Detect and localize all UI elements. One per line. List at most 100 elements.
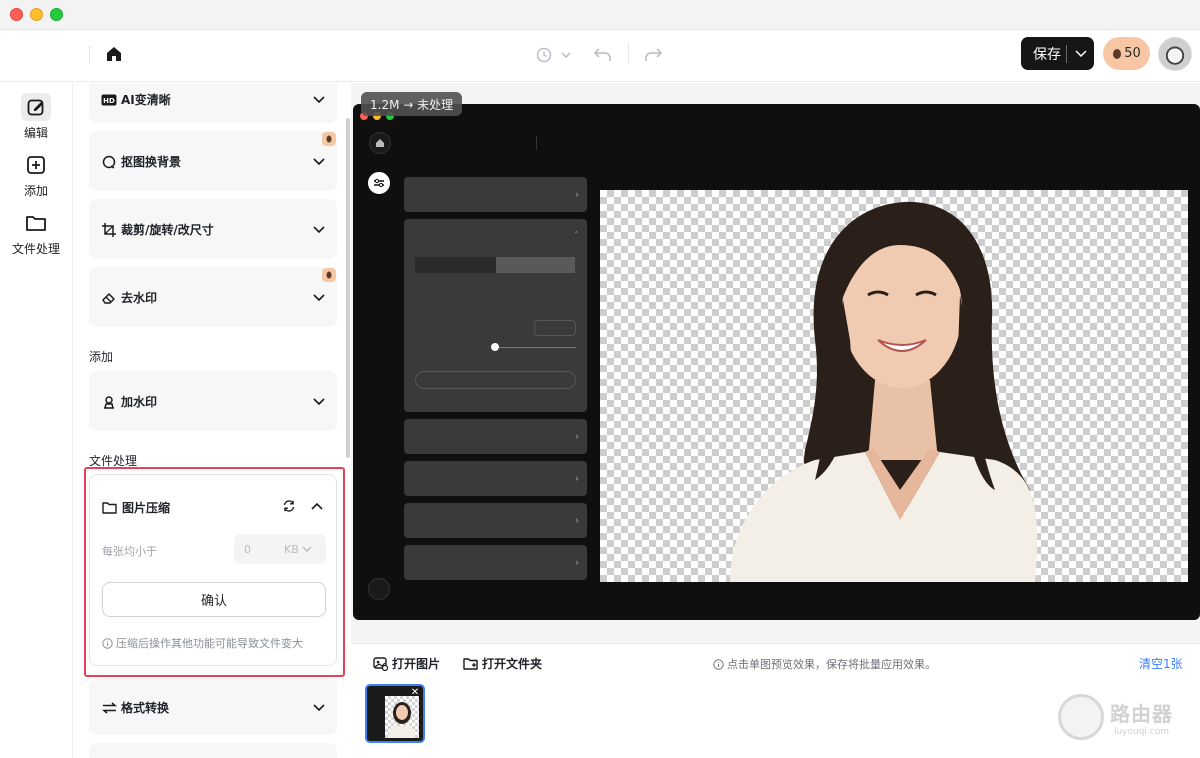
close-window-button[interactable] [10,8,23,21]
tool-card-next[interactable] [89,743,337,758]
watermark-logo [1058,694,1104,740]
image-preview[interactable]: › ˆ › › › › [353,104,1200,620]
tool-label: 加水印 [121,395,158,409]
zoom-window-button[interactable] [50,8,63,21]
batch-hint: 点击单图预览效果，保存将批量应用效果。 [713,656,936,672]
cutout-photo[interactable] [600,190,1188,582]
home-icon[interactable] [104,44,124,64]
rail-item-edit[interactable]: 编辑 [0,93,72,141]
chevron-down-icon[interactable] [313,223,325,237]
section-label-file: 文件处理 [89,454,138,468]
size-limit-input[interactable]: 0 KB [234,534,326,564]
tool-card-format-convert[interactable]: 格式转换 [89,679,337,735]
image-thumbnail[interactable]: ✕ [365,684,425,743]
chevron-down-icon[interactable] [1067,49,1094,58]
rail-item-label: 文件处理 [11,242,60,256]
compress-card: 图片压缩 每张均小于 0 KB 确认 压缩后操作其他功能可能导致文件变大 [89,474,337,666]
rail-item-label: 编辑 [23,126,48,140]
open-folder-button[interactable]: 打开文件夹 [463,655,542,672]
confirm-button[interactable]: 确认 [102,582,326,617]
mini-panel: ˆ [404,219,587,412]
info-icon [102,637,113,649]
tool-panel: HD AI变清晰 抠图换背景 裁剪/旋转/改尺寸 去水印 添加 加水印 文件处理… [73,83,351,758]
remove-thumbnail-icon[interactable]: ✕ [409,687,421,699]
premium-coin-icon [322,268,336,282]
mini-row: › [404,419,587,454]
rail-item-label: 添加 [23,184,48,198]
compress-note: 压缩后操作其他功能可能导致文件变大 [102,635,303,651]
chevron-down-icon[interactable] [313,155,325,169]
swap-icon [101,700,117,716]
undo-icon[interactable] [592,44,614,66]
info-icon [713,658,724,670]
chevron-down-icon[interactable] [313,291,325,305]
edit-icon [21,93,51,121]
mini-row: › [404,461,587,496]
crop-icon [101,222,117,238]
hd-icon: HD [101,92,117,108]
coin-icon [1113,48,1122,59]
image-icon [373,656,388,671]
mini-row: › [404,177,587,212]
tool-label: 格式转换 [121,701,170,715]
unit-select[interactable]: KB [284,543,299,556]
stamp-icon [101,394,117,410]
folder-add-icon [463,658,478,670]
chevron-down-icon[interactable] [313,701,325,715]
tool-card-crop[interactable]: 裁剪/旋转/改尺寸 [89,199,337,259]
mini-row: › [404,503,587,538]
tool-label: 裁剪/旋转/改尺寸 [121,223,214,237]
watermark-subtext: luyouqi.com [1113,726,1170,737]
size-limit-label: 每张均小于 [102,545,157,558]
chevron-up-icon[interactable] [308,497,326,515]
open-image-button[interactable]: 打开图片 [373,655,440,672]
redo-icon[interactable] [642,44,664,66]
compress-title-label: 图片压缩 [122,501,171,515]
mini-divider [536,136,537,150]
open-folder-label: 打开文件夹 [482,657,543,671]
credits-count: 50 [1124,46,1141,61]
compress-note-text: 压缩后操作其他功能可能导致文件变大 [116,637,303,650]
save-button[interactable]: 保存 [1021,37,1094,70]
tool-card-cutout[interactable]: 抠图换背景 [89,131,337,191]
save-button-label: 保存 [1033,46,1061,63]
tool-label: AI变清晰 [121,93,171,107]
clear-button[interactable]: 清空1张 [1139,655,1183,672]
folder-icon [102,501,118,514]
chevron-down-icon[interactable] [313,93,325,107]
panel-scrollbar[interactable] [346,118,350,458]
site-watermark: 路由器 luyouqi.com [1058,694,1173,740]
left-rail: 编辑 添加 文件处理 [0,83,73,758]
open-image-label: 打开图片 [392,657,441,671]
credits-badge[interactable]: 50 [1103,37,1150,70]
title-bar [0,0,1200,30]
watermark-text: 路由器 [1110,701,1173,726]
toolbar-separator [628,44,629,64]
compress-title: 图片压缩 [102,499,170,516]
batch-hint-text: 点击单图预览效果，保存将批量应用效果。 [727,658,936,671]
premium-coin-icon [322,132,336,146]
mini-row: › [404,545,587,580]
tool-card-ai-enhance[interactable]: HD AI变清晰 [89,83,337,123]
reset-icon[interactable] [280,497,298,515]
chevron-down-icon[interactable] [313,395,325,409]
chevron-down-icon[interactable] [302,546,312,553]
tool-card-remove-watermark[interactable]: 去水印 [89,267,337,327]
rail-item-file[interactable]: 文件处理 [0,209,72,257]
toolbar-divider [89,46,90,64]
section-label-add: 添加 [89,350,114,364]
size-limit-value[interactable]: 0 [234,543,274,556]
top-toolbar: 保存 50 [0,30,1200,82]
size-badge: 1.2M → 未处理 [361,92,463,116]
mini-home-icon [369,132,391,154]
history-icon[interactable] [534,44,574,66]
avatar[interactable] [1158,37,1192,71]
rail-item-add[interactable]: 添加 [0,151,72,199]
tool-card-add-watermark[interactable]: 加水印 [89,371,337,431]
eraser-icon [101,290,117,306]
folder-icon [21,209,51,237]
minimize-window-button[interactable] [30,8,43,21]
portrait-illustration [730,201,1038,582]
add-icon [21,151,51,179]
svg-text:HD: HD [103,97,115,105]
